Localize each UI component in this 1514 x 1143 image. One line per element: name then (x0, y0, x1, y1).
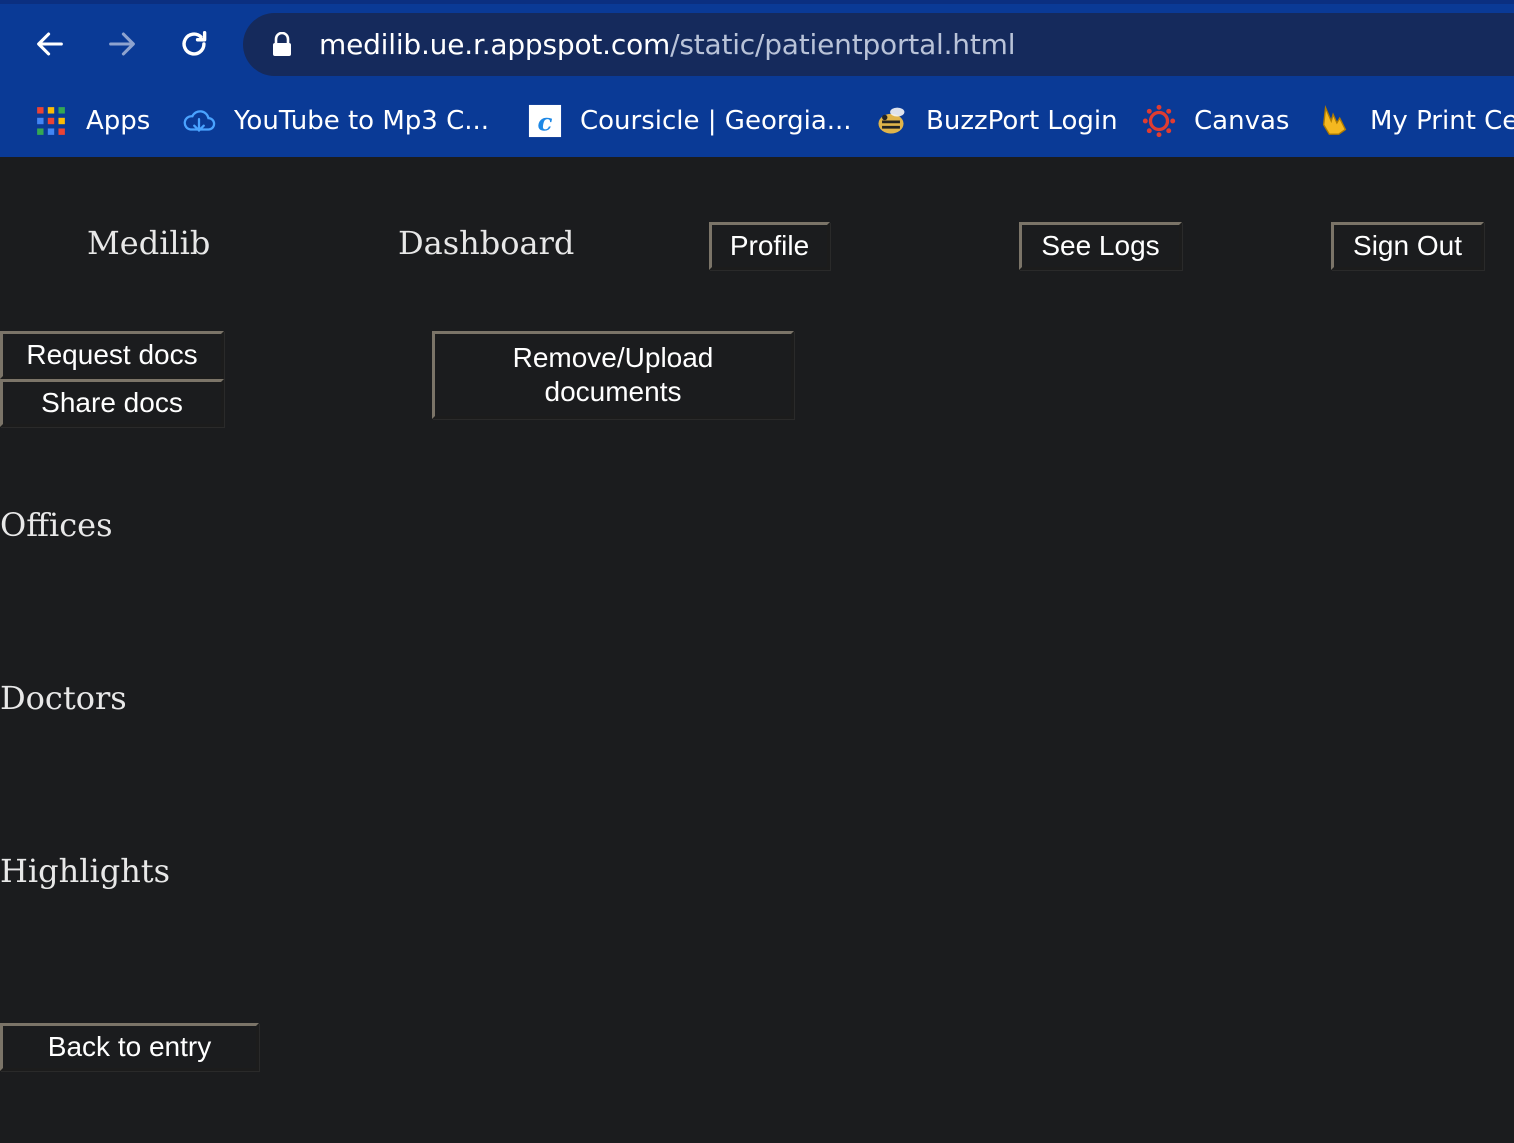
bookmark-coursicle[interactable]: c Coursicle | Georgia... (528, 96, 852, 146)
remove-upload-documents-button[interactable]: Remove/Upload documents (432, 331, 794, 419)
lock-icon (273, 31, 291, 56)
browser-chrome: medilib.ue.r.appspot.com/static/patientp… (0, 0, 1514, 157)
address-bar[interactable]: medilib.ue.r.appspot.com/static/patientp… (243, 13, 1514, 76)
apps-grid-icon (34, 104, 68, 138)
bookmark-label: YouTube to Mp3 C... (234, 106, 490, 136)
forward-button[interactable] (102, 24, 142, 64)
back-to-entry-button[interactable]: Back to entry (0, 1023, 259, 1071)
bookmark-apps[interactable]: Apps (34, 96, 150, 146)
profile-button[interactable]: Profile (709, 222, 830, 270)
see-logs-button[interactable]: See Logs (1019, 222, 1182, 270)
bookmark-label: BuzzPort Login (926, 106, 1118, 136)
back-button[interactable] (30, 24, 70, 64)
arrow-right-icon (109, 32, 135, 56)
brand-logo: Medilib (87, 224, 211, 262)
bookmark-label: Apps (86, 106, 151, 136)
url-path: /static/patientportal.html (670, 28, 1016, 61)
bookmark-label: My Print Cen (1370, 106, 1514, 136)
bookmark-my-print[interactable]: My Print Cen (1318, 96, 1514, 146)
request-docs-button[interactable]: Request docs (0, 331, 224, 379)
svg-text:c: c (538, 107, 553, 136)
sign-out-button[interactable]: Sign Out (1331, 222, 1484, 270)
canvas-icon (1142, 104, 1176, 138)
url-host: medilib.ue.r.appspot.com (319, 28, 671, 61)
offices-heading: Offices (0, 506, 113, 544)
bookmarks-bar: Apps YouTube to Mp3 C... c Coursicle | G… (0, 96, 1514, 146)
buzz-icon (874, 104, 908, 138)
coursicle-icon: c (528, 104, 562, 138)
url-text: medilib.ue.r.appspot.com/static/patientp… (319, 28, 1015, 61)
print-hand-icon (1318, 104, 1352, 138)
page-title: Dashboard (398, 224, 575, 262)
highlights-heading: Highlights (0, 852, 171, 890)
doctors-heading: Doctors (0, 679, 127, 717)
remove-upload-line1: Remove/Upload (512, 342, 714, 373)
share-docs-button[interactable]: Share docs (0, 379, 224, 427)
reload-button[interactable] (174, 24, 214, 64)
bookmark-label: Coursicle | Georgia... (580, 106, 852, 136)
reload-icon (182, 30, 207, 56)
bookmark-canvas[interactable]: Canvas (1142, 96, 1289, 146)
arrow-left-icon (37, 32, 63, 56)
bookmark-label: Canvas (1194, 106, 1290, 136)
remove-upload-line2: documents (544, 376, 682, 407)
bookmark-youtube-mp3[interactable]: YouTube to Mp3 C... (182, 96, 489, 146)
cloud-download-icon (182, 104, 216, 138)
bookmark-buzzport[interactable]: BuzzPort Login (874, 96, 1118, 146)
